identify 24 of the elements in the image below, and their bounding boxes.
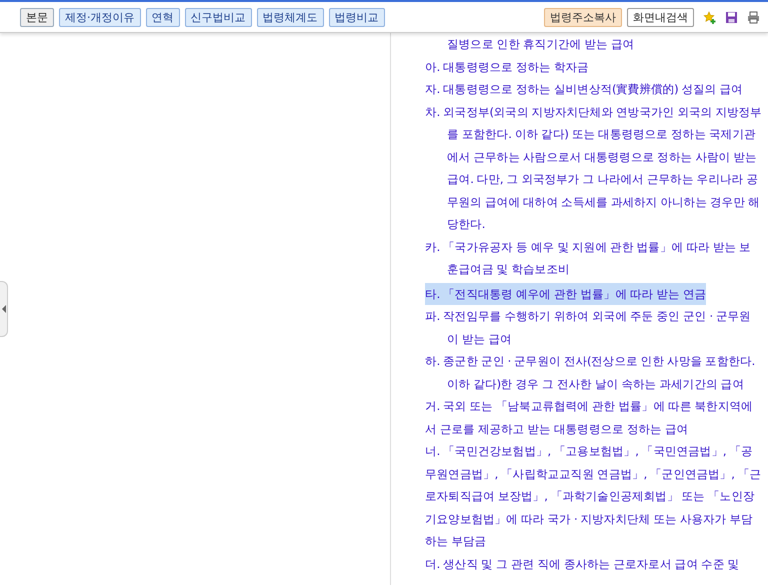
clause-text: 자. 대통령령으로 정하는 실비변상적(實費辨償的) 성질의 급여 (425, 81, 744, 98)
toolbar-button[interactable]: 화면내검색 (627, 8, 694, 26)
clause-text: 차. 외국정부(외국의 지방자치단체와 연방국가인 외국의 지방정부를 포함한다. 이하 같다) 또는 대통령령으로 정하는 국제기관에서 근무하는 사람으로서 대통령령으로 정하는 사람이 받는 급여. 다만, 그 외국정부가 그 나라에서 근무하는 우리나라 공무원의 급여에 대하여 소득세를 과세하지 아니하는 경우만 해당한다. (425, 104, 762, 233)
toolbar-button[interactable]: 본문 (20, 8, 54, 26)
clause-text: 질병으로 인한 휴직기간에 받는 급여 (446, 36, 636, 53)
clause-text: 거. 국외 또는 「남북교류협력에 관한 법률」에 따른 북한지역에서 근로를 제공하고 받는 대통령령으로 정하는 급여 (425, 398, 754, 438)
toolbar-button[interactable]: 법령주소복사 (544, 8, 622, 26)
toolbar-button[interactable]: 법령체계도 (256, 8, 324, 26)
collapse-handle[interactable] (0, 281, 8, 337)
clause-text: 더. 생산직 및 그 관련 직에 종사하는 근로자로서 급여 수준 및 (425, 556, 740, 572)
clause-text: 타. 「전직대통령 예우에 관한 법률」에 따라 받는 연금 (425, 282, 706, 305)
clause-text: 카. 「국가유공자 등 예우 및 지원에 관한 법률」에 따라 받는 보훈급여금 및 학습보조비 (425, 238, 752, 278)
toolbar-button[interactable]: 신구법비교 (184, 8, 252, 26)
left-arrow-icon (2, 305, 6, 313)
save-icon[interactable] (725, 10, 738, 24)
print-icon[interactable] (747, 10, 760, 24)
toolbar-button[interactable]: 제정·개정이유 (59, 8, 140, 26)
clause-text: 아. 대통령령으로 정하는 학자금 (425, 58, 590, 76)
toolbar-button[interactable]: 법령비교 (328, 8, 384, 26)
clause-text: 파. 작전임무를 수행하기 위하여 외국에 주둔 중인 군인 · 군무원이 받는 급여 (425, 308, 752, 348)
clause-text: 하. 종군한 군인 · 군무원이 전사(전상으로 인한 사망을 포함한다. 이하 같다)한 경우 그 전사한 날이 속하는 과세기간의 급여 (425, 353, 756, 392)
toolbar-button[interactable]: 연혁 (146, 8, 180, 26)
star-plus-icon[interactable] (703, 10, 716, 24)
clause-text: 너. 「국민건강보험법」, 「고용보험법」, 「국민연금법」, 「공무원연금법」, 「사립학교교직원 연금법」, 「군인연금법」, 「근로자퇴직급여 보장법」, 「과학기술인공제회법」 또는 「노인장기요양보험법」에 따라 국가 · 지방자치단체 또는 사용자가 부담하는 부담금 (425, 443, 762, 550)
